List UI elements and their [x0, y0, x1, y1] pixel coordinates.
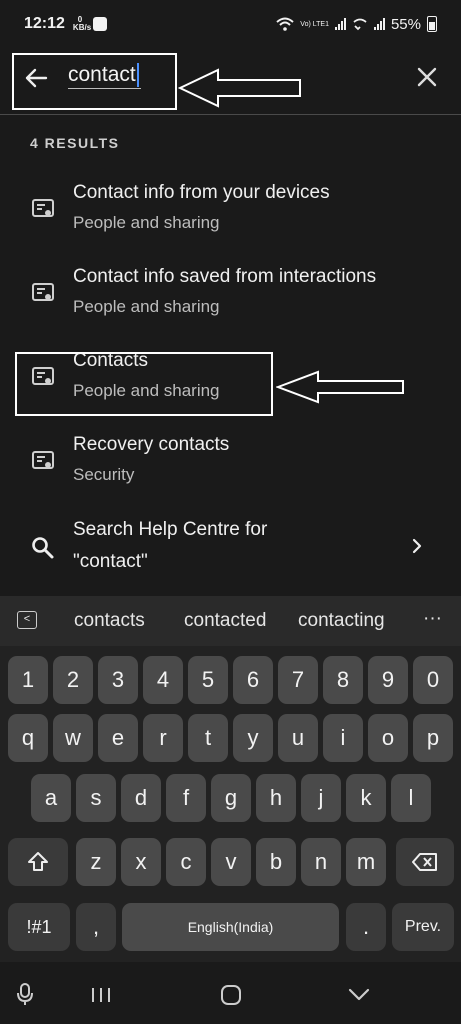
- key-k[interactable]: k: [346, 774, 386, 822]
- more-options-icon[interactable]: ···: [423, 608, 442, 630]
- close-icon[interactable]: [414, 64, 440, 90]
- key-y[interactable]: y: [233, 714, 273, 762]
- key-1[interactable]: 1: [8, 656, 48, 704]
- settings-page-icon: [32, 283, 54, 301]
- backspace-icon: [412, 853, 437, 871]
- help-line-1: Search Help Centre for: [73, 519, 268, 540]
- key-2[interactable]: 2: [53, 656, 93, 704]
- key-v[interactable]: v: [211, 838, 251, 886]
- result-item[interactable]: Recovery contacts Security: [0, 420, 461, 500]
- key-n[interactable]: n: [301, 838, 341, 886]
- result-item[interactable]: Contact info saved from interactions Peo…: [0, 252, 461, 332]
- search-icon: [32, 537, 54, 559]
- suggestion-contacted[interactable]: contacted: [184, 610, 266, 632]
- keyboard: 1 2 3 4 5 6 7 8 9 0 q w e r t y u i o p …: [0, 646, 461, 962]
- back-nav-icon[interactable]: [347, 987, 371, 1003]
- settings-page-icon: [32, 199, 54, 217]
- key-9[interactable]: 9: [368, 656, 408, 704]
- key-8[interactable]: 8: [323, 656, 363, 704]
- key-7[interactable]: 7: [278, 656, 318, 704]
- keyboard-suggestions: < contacts contacted contacting ···: [0, 596, 461, 646]
- suggestion-contacting[interactable]: contacting: [298, 610, 385, 632]
- annotation-box-search: [12, 53, 177, 110]
- result-item[interactable]: Contact info from your devices People an…: [0, 168, 461, 248]
- microphone-icon[interactable]: [15, 982, 35, 1006]
- key-0[interactable]: 0: [413, 656, 453, 704]
- symbols-key[interactable]: !#1: [8, 903, 70, 951]
- key-a[interactable]: a: [31, 774, 71, 822]
- help-centre-search[interactable]: Search Help Centre for "contact": [0, 505, 461, 585]
- wifi-icon: [276, 17, 294, 31]
- key-t[interactable]: t: [188, 714, 228, 762]
- key-m[interactable]: m: [346, 838, 386, 886]
- shift-icon: [28, 852, 48, 871]
- recent-apps-icon[interactable]: [90, 986, 112, 1004]
- divider: [0, 114, 461, 115]
- results-count: 4 RESULTS: [30, 135, 120, 151]
- prev-key[interactable]: Prev.: [392, 903, 454, 951]
- key-g[interactable]: g: [211, 774, 251, 822]
- network-label: Vo) LTE1: [300, 20, 329, 28]
- key-f[interactable]: f: [166, 774, 206, 822]
- navigation-bar: [0, 962, 461, 1024]
- key-z[interactable]: z: [76, 838, 116, 886]
- key-x[interactable]: x: [121, 838, 161, 886]
- key-q[interactable]: q: [8, 714, 48, 762]
- chevron-right-icon: [412, 538, 422, 554]
- signal-2-icon: [373, 18, 385, 30]
- settings-page-icon: [32, 451, 54, 469]
- shift-key[interactable]: [8, 838, 68, 886]
- data-speed: 0 KB/s: [72, 15, 92, 32]
- result-title: Recovery contacts: [73, 434, 230, 455]
- key-j[interactable]: j: [301, 774, 341, 822]
- wifi-calling-icon: [353, 18, 367, 31]
- notification-icon: [92, 17, 107, 31]
- annotation-box-contacts: [15, 352, 273, 416]
- key-u[interactable]: u: [278, 714, 318, 762]
- result-title: Contact info saved from interactions: [73, 266, 377, 287]
- help-line-2: "contact": [73, 551, 148, 572]
- key-r[interactable]: r: [143, 714, 183, 762]
- status-time: 12:12: [24, 15, 65, 32]
- status-bar: 12:12 0 KB/s Vo) LTE1 55%: [0, 0, 461, 48]
- key-5[interactable]: 5: [188, 656, 228, 704]
- backspace-key[interactable]: [396, 838, 454, 886]
- key-e[interactable]: e: [98, 714, 138, 762]
- annotation-arrow-contacts: [276, 370, 404, 404]
- key-w[interactable]: w: [53, 714, 93, 762]
- key-d[interactable]: d: [121, 774, 161, 822]
- key-c[interactable]: c: [166, 838, 206, 886]
- result-subtitle: People and sharing: [73, 297, 220, 316]
- home-icon[interactable]: [220, 984, 242, 1006]
- suggestion-contacts[interactable]: contacts: [74, 610, 145, 632]
- key-l[interactable]: l: [391, 774, 431, 822]
- result-subtitle: Security: [73, 465, 135, 484]
- key-4[interactable]: 4: [143, 656, 183, 704]
- comma-key[interactable]: ,: [76, 903, 116, 951]
- result-subtitle: People and sharing: [73, 213, 220, 232]
- key-6[interactable]: 6: [233, 656, 273, 704]
- result-title: Contact info from your devices: [73, 182, 330, 203]
- keyboard-collapse-icon[interactable]: <: [17, 611, 37, 629]
- key-p[interactable]: p: [413, 714, 453, 762]
- key-i[interactable]: i: [323, 714, 363, 762]
- key-b[interactable]: b: [256, 838, 296, 886]
- key-s[interactable]: s: [76, 774, 116, 822]
- battery-percent: 55%: [390, 15, 421, 33]
- space-key[interactable]: English(India): [122, 903, 339, 951]
- key-o[interactable]: o: [368, 714, 408, 762]
- key-3[interactable]: 3: [98, 656, 138, 704]
- battery-icon: [427, 16, 437, 32]
- signal-icon: [334, 18, 346, 30]
- key-h[interactable]: h: [256, 774, 296, 822]
- period-key[interactable]: .: [346, 903, 386, 951]
- annotation-arrow-search: [178, 68, 301, 108]
